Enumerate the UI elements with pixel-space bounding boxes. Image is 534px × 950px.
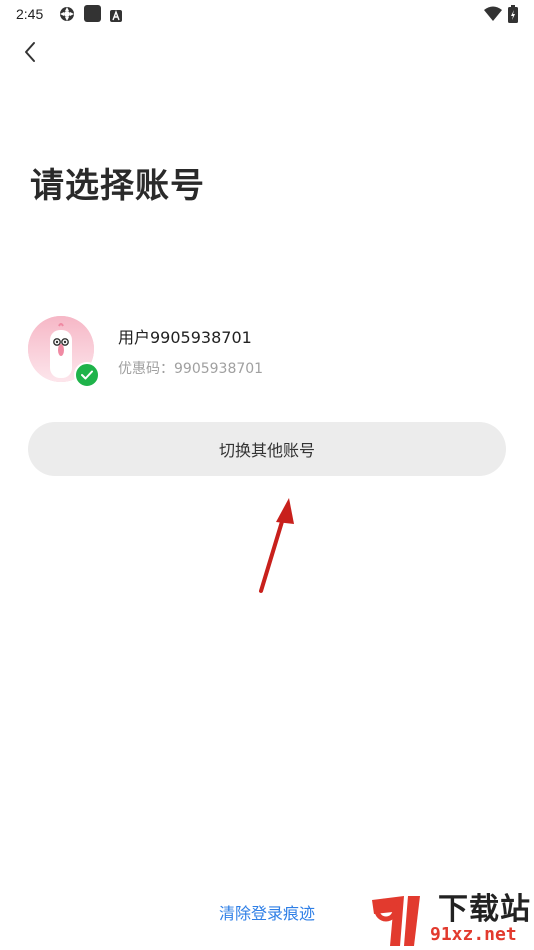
status-time: 2:45 [16, 6, 44, 22]
account-promo-code: 优惠码：9905938701 [118, 361, 264, 377]
verified-check-icon [74, 362, 100, 388]
status-bar: 2:45 [0, 0, 534, 28]
watermark-brand-bottom: 91xz.net [430, 924, 517, 945]
font-icon [110, 7, 122, 26]
watermark-brand-top: 下载站 [438, 892, 531, 927]
account-item[interactable]: 用户9905938701 优惠码：9905938701 [28, 316, 508, 388]
page-title: 请选择账号 [30, 166, 205, 206]
battery-icon [508, 5, 518, 27]
switch-account-button[interactable]: 切换其他账号 [28, 422, 506, 476]
back-button[interactable] [14, 38, 46, 70]
wifi-icon [484, 6, 502, 26]
chevron-left-icon [23, 41, 37, 67]
settings-icon [58, 5, 76, 27]
account-name: 用户9905938701 [118, 328, 252, 347]
stop-icon [84, 5, 101, 26]
annotation-arrow-icon [250, 495, 300, 599]
watermark-logo: 下载站 91xz.net [360, 886, 534, 950]
